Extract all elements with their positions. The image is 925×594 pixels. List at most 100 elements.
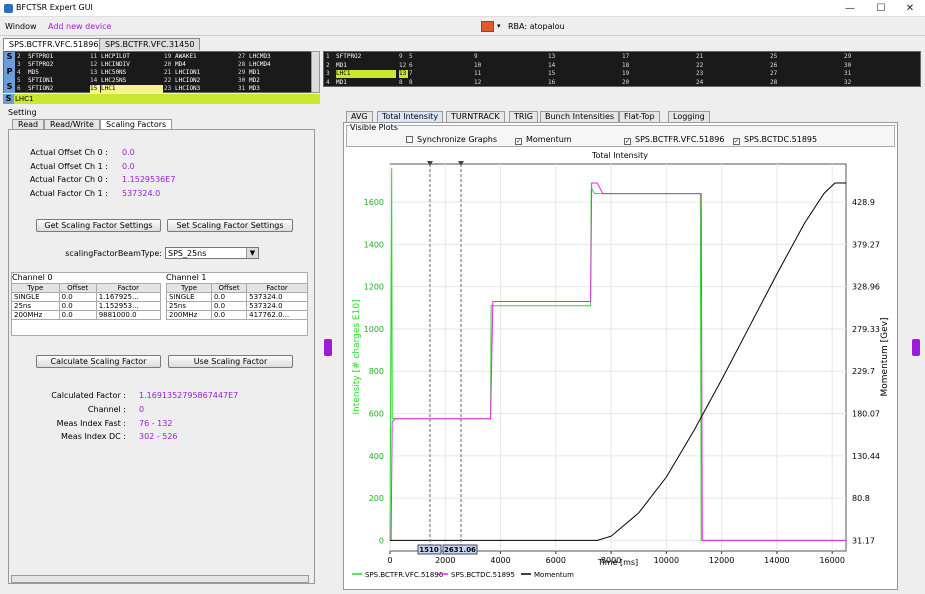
checkbox-checked-icon[interactable]: ✓: [733, 138, 740, 145]
menu-window[interactable]: Window: [5, 22, 37, 31]
selector-cell[interactable]: LHCION3: [175, 85, 237, 93]
selector-cell[interactable]: 2: [17, 53, 27, 61]
beam-type-select[interactable]: SPS_25ns ▼: [165, 247, 259, 259]
selector-cell[interactable]: LHCINDIV: [101, 61, 163, 69]
table-cell[interactable]: 0.0: [58, 310, 97, 320]
selector-cell[interactable]: 31: [238, 85, 248, 93]
table-header[interactable]: Offset: [58, 283, 97, 293]
selector-cell[interactable]: MD3: [249, 85, 313, 93]
selector-cell[interactable]: 14: [90, 77, 100, 85]
table-cell[interactable]: 0.0: [210, 310, 248, 320]
cycle-cell[interactable]: 6: [409, 62, 469, 70]
selector-cell[interactable]: MD2: [249, 77, 313, 85]
table-cell[interactable]: 0.0: [58, 301, 97, 311]
cycle-cell[interactable]: 12: [399, 62, 408, 70]
selector-cell[interactable]: 20: [164, 61, 174, 69]
tab-read-write[interactable]: Read/Write: [44, 119, 100, 129]
table-cell[interactable]: 0.0: [58, 292, 97, 302]
selector-cell[interactable]: 28: [238, 61, 248, 69]
selector-cell[interactable]: 19: [164, 53, 174, 61]
checkbox-checked-icon[interactable]: ✓: [515, 138, 522, 145]
table-cell[interactable]: 9881000.0: [95, 310, 162, 320]
cycle-cell[interactable]: 26: [770, 62, 840, 70]
selector-cell[interactable]: 6: [17, 85, 27, 93]
selector-cell[interactable]: 5: [17, 77, 27, 85]
selector-cell[interactable]: 3: [17, 61, 27, 69]
table-row[interactable]: SINGLE 0.0 1.167925...: [11, 292, 162, 302]
table-cell[interactable]: SINGLE: [166, 292, 212, 302]
selector-cell[interactable]: LHCMD4: [249, 61, 313, 69]
selector-cell[interactable]: SFTION2: [28, 85, 89, 93]
selector-cell[interactable]: AWAKE1: [175, 53, 237, 61]
table-row[interactable]: 200MHz 0.0 417762.0...: [166, 310, 308, 320]
cycle-cell[interactable]: 27: [770, 70, 840, 78]
selector-cell[interactable]: 27: [238, 53, 248, 61]
checkbox-vfc[interactable]: ✓ SPS.BCTFR.VFC.51896: [624, 135, 724, 145]
close-button[interactable]: ✕: [895, 0, 925, 17]
selector-cell[interactable]: 4: [17, 69, 27, 77]
selector-cell[interactable]: 22: [164, 77, 174, 85]
table-cell[interactable]: 1.167925...: [95, 292, 162, 302]
cycle-cell[interactable]: 24: [696, 79, 766, 87]
table-header[interactable]: Offset: [210, 283, 248, 293]
cycle-cell[interactable]: 16: [548, 79, 618, 87]
selector-cell[interactable]: MD1: [249, 69, 313, 77]
table-row[interactable]: SINGLE 0.0 537324.0: [166, 292, 308, 302]
table-cell[interactable]: 200MHz: [11, 310, 60, 320]
selector-cell[interactable]: MD4: [175, 61, 237, 69]
cycle-cell[interactable]: 30: [844, 62, 914, 70]
table-row[interactable]: 25ns 0.0 1.152953...: [11, 301, 162, 311]
selector-cell[interactable]: 29: [238, 69, 248, 77]
cycle-cell[interactable]: 11: [474, 70, 544, 78]
table-row[interactable]: 25ns 0.0 537324.0: [166, 301, 308, 311]
table-cell[interactable]: 25ns: [166, 301, 212, 311]
rba-power-icon[interactable]: [481, 21, 494, 32]
cycle-cell[interactable]: 8: [409, 79, 469, 87]
minimize-button[interactable]: —: [835, 0, 865, 17]
device-tab-2[interactable]: SPS.BCTFR.VFC.31450: [99, 38, 201, 50]
table-cell[interactable]: 417762.0...: [246, 310, 308, 320]
selector-cell[interactable]: 12: [90, 61, 100, 69]
table-cell[interactable]: 200MHz: [166, 310, 212, 320]
selector-cell[interactable]: SFTION1: [28, 77, 89, 85]
tab-logging[interactable]: Logging: [668, 111, 710, 122]
cycle-cell[interactable]: 13: [548, 53, 618, 61]
checkbox-bctdc[interactable]: ✓ SPS.BCTDC.51895: [733, 135, 817, 145]
table-cell[interactable]: 25ns: [11, 301, 60, 311]
checkbox-checked-icon[interactable]: ✓: [624, 138, 631, 145]
cycle-cell[interactable]: 23: [696, 70, 766, 78]
cycle-cell[interactable]: MD1: [336, 79, 396, 87]
tab-scaling-factors[interactable]: Scaling Factors: [100, 119, 173, 129]
cycle-cell[interactable]: 3: [326, 70, 335, 78]
cycle-cell[interactable]: 2: [326, 62, 335, 70]
table-header[interactable]: Type: [11, 283, 60, 293]
table-header[interactable]: Factor: [95, 283, 162, 293]
cycle-cell[interactable]: 5: [409, 53, 469, 61]
tab-avg[interactable]: AVG: [346, 111, 373, 122]
device-tab-1[interactable]: SPS.BCTFR.VFC.51896: [3, 38, 105, 50]
cycle-cell[interactable]: 21: [696, 53, 766, 61]
cycle-cell[interactable]: 19: [622, 70, 692, 78]
table-cell[interactable]: 537324.0: [246, 301, 308, 311]
menu-add-device[interactable]: Add new device: [48, 22, 111, 31]
maximize-button[interactable]: ☐: [866, 0, 896, 17]
set-scaling-factor-button[interactable]: Set Scaling Factor Settings: [167, 219, 293, 232]
total-intensity-chart[interactable]: Total Intensity 0 2000 4000 6000 8000 10000 12…: [346, 149, 895, 587]
tab-total-intensity[interactable]: Total Intensity: [377, 111, 444, 122]
tab-bunch-intensities[interactable]: Bunch Intensities: [540, 111, 620, 122]
selector-cell[interactable]: LHCION1: [175, 69, 237, 77]
cycle-cell[interactable]: 9: [474, 53, 544, 61]
cycle-cell[interactable]: LHC1: [336, 70, 396, 78]
cycle-cell[interactable]: 7: [409, 70, 469, 78]
splitter-handle-right[interactable]: [912, 339, 920, 356]
cycle-cell[interactable]: SFTPRO2: [336, 53, 396, 61]
selector-cell[interactable]: LHCMD3: [249, 53, 313, 61]
cycle-cell[interactable]: 18: [622, 62, 692, 70]
selector-cell[interactable]: 30: [238, 77, 248, 85]
cycle-cell[interactable]: 8: [399, 79, 408, 87]
horizontal-scrollbar[interactable]: [11, 575, 309, 583]
selector-cell[interactable]: 13: [90, 69, 100, 77]
cycle-cell[interactable]: 10: [474, 62, 544, 70]
cycle-cell[interactable]: 1: [326, 53, 335, 61]
selector-cell[interactable]: 23: [164, 85, 174, 93]
